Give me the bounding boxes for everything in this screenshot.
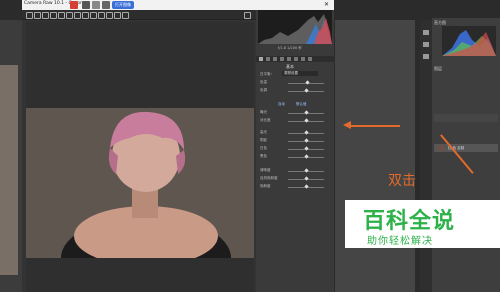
slider-label: 清晰度 [260,168,271,172]
basic-tab-icon[interactable] [259,57,263,61]
arrow-line [348,125,400,127]
hand-icon[interactable] [34,12,41,19]
open-image-button[interactable]: 打开图像 [112,1,134,9]
slider-row: 阴影 [260,138,330,144]
layer-row[interactable] [434,114,498,122]
slider-label: 饱和度 [260,184,271,188]
white-balance-select[interactable]: 原照设置 [282,71,318,76]
slider-row: 饱和度 [260,184,330,190]
default-link[interactable]: 默认值 [296,102,307,107]
portrait-photo [26,108,254,258]
photoshop-app-icon[interactable] [70,1,78,9]
slider-label: 自然饱和度 [260,176,278,180]
photoshop-histogram [442,26,496,56]
panel-icon[interactable] [423,54,429,59]
auto-link[interactable]: 自动 [278,102,285,107]
title-bar: Camera Raw 10.1 - Canon 打开图像 ✕ [22,0,334,10]
brush-icon[interactable] [106,12,113,19]
slider-row: 自然饱和度 [260,176,330,182]
camera-readout: f/1.8 1/200 秒 [278,46,302,50]
layer-thumbnail [438,145,444,151]
target-icon[interactable] [58,12,65,19]
white-balance-label: 白平衡： [260,72,274,76]
color-sampler-icon[interactable] [50,12,57,19]
slider-label: 色调 [260,88,267,92]
tone-curve-tab-icon[interactable] [266,57,270,61]
photoshop-panels: 直方图 图层 红 色 定制 [432,18,500,292]
user-icon[interactable] [102,1,110,9]
spot-removal-icon[interactable] [90,12,97,19]
slider-row: 清晰度 [260,168,330,174]
slider-label: 高光 [260,130,267,134]
panel-icon[interactable] [423,30,429,35]
watermark-subtitle: 助你轻松解决 [367,236,433,247]
adjustment-panel: f/1.8 1/200 秒 基本 白平衡： 原照设置 色温色调曝光对比度高光阴影… [256,10,334,292]
redeye-icon[interactable] [98,12,105,19]
photoshop-document-right [335,20,415,292]
close-icon[interactable]: ✕ [324,1,329,8]
slider-row: 色温 [260,80,330,86]
double-click-annotation: 双击 [388,173,416,189]
image-icon[interactable] [82,1,90,9]
hsl-tab-icon[interactable] [280,57,284,61]
slider-row: 白色 [260,146,330,152]
eyedropper-icon[interactable] [42,12,49,19]
gradient-icon[interactable] [114,12,121,19]
photoshop-document-left [0,65,18,275]
slider-row: 色调 [260,88,330,94]
radial-filter-icon[interactable] [122,12,129,19]
slider-label: 白色 [260,146,267,150]
calibration-tab-icon[interactable] [308,57,312,61]
slider-row: 曝光 [260,110,330,116]
fullscreen-icon[interactable] [244,12,251,19]
slider-label: 色温 [260,80,267,84]
slider-label: 曝光 [260,110,267,114]
straighten-icon[interactable] [74,12,81,19]
split-toning-tab-icon[interactable] [287,57,291,61]
crop-icon[interactable] [66,12,73,19]
portrait-illustration [26,108,254,258]
slider-label: 黑色 [260,154,267,158]
panel-tabs [256,56,334,62]
photoshop-panel-toolbar [420,20,432,292]
gear-icon[interactable] [92,1,100,9]
layers-panel-title: 图层 [434,66,442,71]
panel-icon[interactable] [423,42,429,47]
slider-row: 高光 [260,130,330,136]
watermark: 百科全说 助你轻松解决 [345,200,500,248]
effects-tab-icon[interactable] [301,57,305,61]
slider-label: 对比度 [260,118,271,122]
watermark-title: 百科全说 [363,209,456,234]
layer-row-selected[interactable]: 红 色 定制 [434,144,498,152]
slider-label: 阴影 [260,138,267,142]
transform-icon[interactable] [82,12,89,19]
lens-tab-icon[interactable] [294,57,298,61]
panel-title: 基本 [286,64,294,69]
camera-raw-window: Camera Raw 10.1 - Canon 打开图像 ✕ f/1.8 1/2… [22,0,334,292]
slider-row: 对比度 [260,118,330,124]
slider-row: 黑色 [260,154,330,160]
histogram [258,10,332,44]
zoom-icon[interactable] [26,12,33,19]
detail-tab-icon[interactable] [273,57,277,61]
